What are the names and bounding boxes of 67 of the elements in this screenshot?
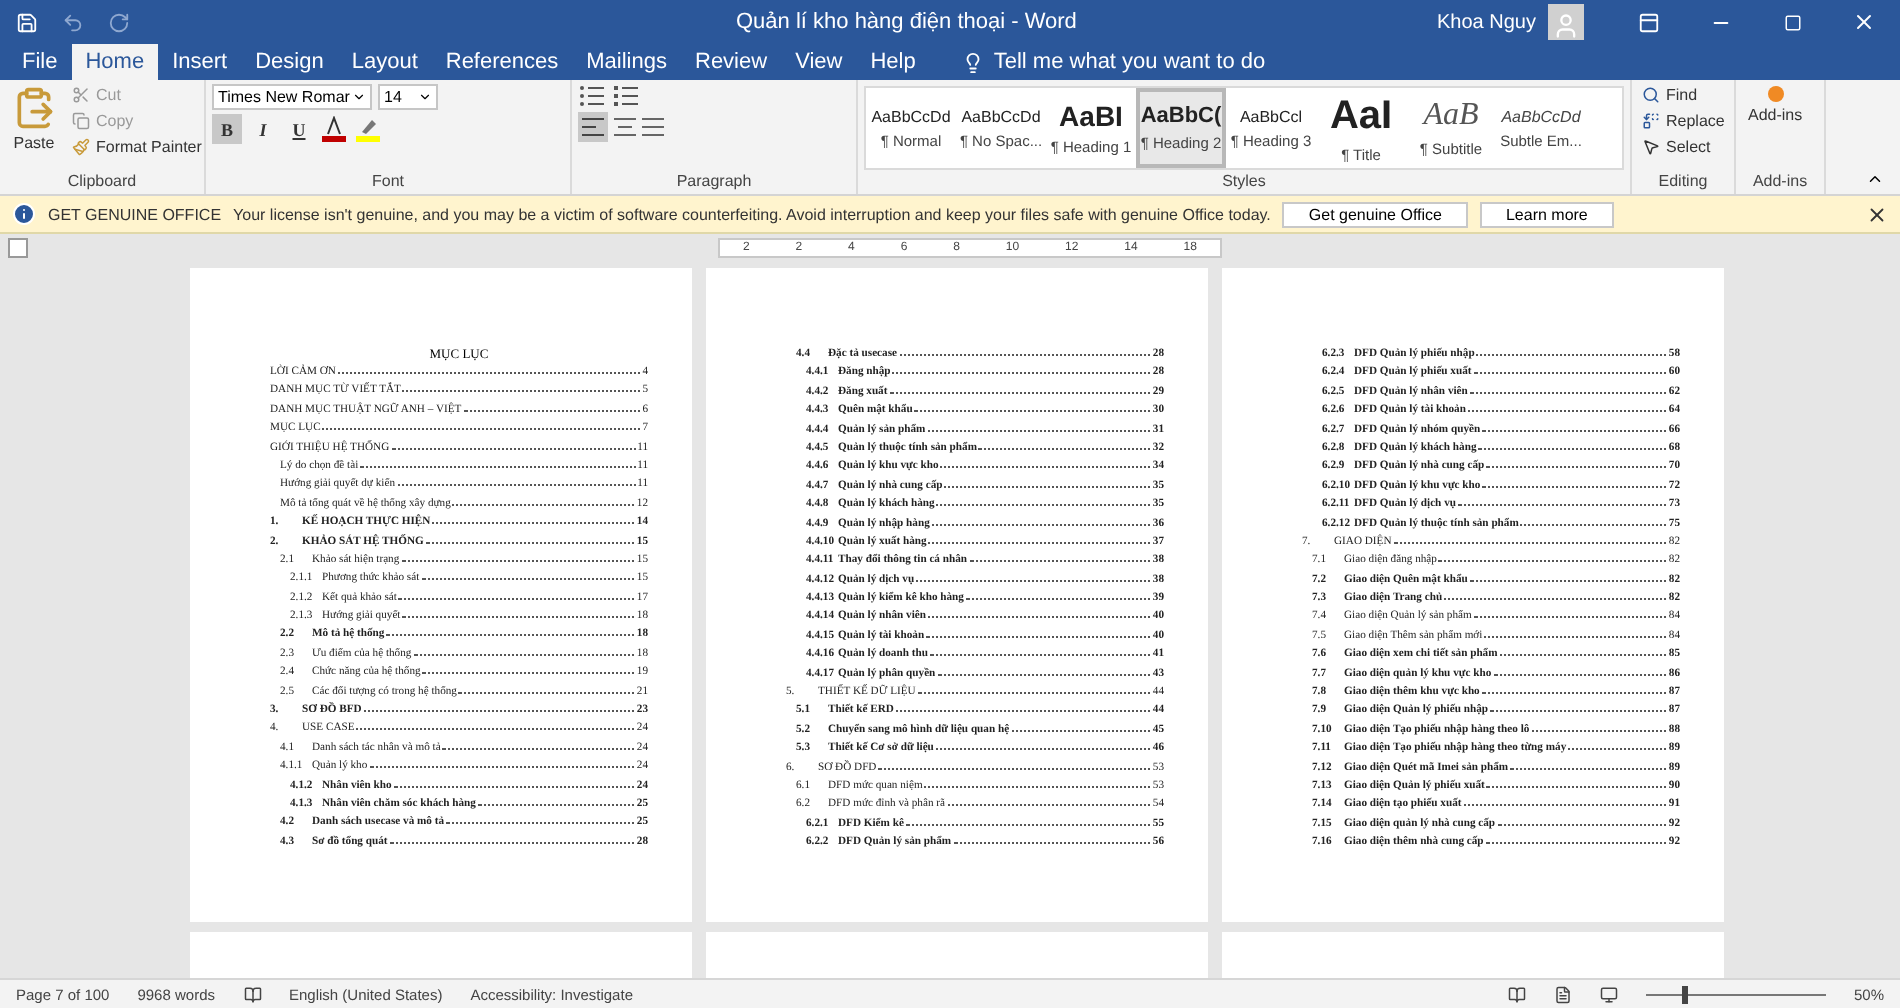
clipboard-icon — [12, 86, 56, 130]
web-layout-icon[interactable] — [1599, 985, 1618, 1003]
find-button[interactable]: Find — [1638, 84, 1729, 106]
align-left-button[interactable] — [578, 112, 608, 142]
notice-button[interactable]: Get genuine Office — [1282, 201, 1468, 227]
ribbon-tab[interactable]: Review — [681, 44, 782, 80]
group-label: Add-ins — [1750, 172, 1810, 194]
group-label: Editing — [1656, 172, 1710, 194]
align-center-icon[interactable] — [614, 118, 636, 136]
zoom-thumb[interactable] — [1681, 985, 1688, 1003]
read-mode-icon[interactable] — [1507, 985, 1526, 1003]
notice-title: GET GENUINE OFFICE — [48, 205, 222, 223]
collapse-ribbon-icon[interactable] — [1866, 170, 1884, 188]
numbering-icon[interactable] — [612, 84, 640, 108]
ribbon-tab[interactable]: Mailings — [572, 44, 681, 80]
ribbon-tab[interactable]: Home — [71, 44, 159, 80]
pointer-icon — [1642, 138, 1660, 156]
dropdown-icon[interactable] — [418, 90, 432, 104]
paste-button[interactable]: Paste — [6, 84, 62, 172]
notice-button[interactable]: Learn more — [1479, 201, 1614, 227]
group-label: Paragraph — [674, 172, 754, 194]
redo-icon[interactable] — [108, 11, 130, 33]
paintbrush-icon — [72, 138, 90, 156]
replace-icon — [1642, 112, 1660, 130]
ribbon-tab[interactable]: Help — [856, 44, 930, 80]
ribbon-display-icon[interactable] — [1637, 11, 1659, 33]
copy-icon — [72, 112, 90, 130]
format-painter-button[interactable]: Format Painter — [68, 136, 206, 158]
underline-button[interactable]: U — [284, 114, 314, 144]
undo-icon[interactable] — [62, 11, 84, 33]
italic-button[interactable]: I — [248, 114, 278, 144]
info-icon — [12, 202, 36, 226]
add-ins-icon — [1767, 86, 1784, 102]
justify-icon[interactable] — [642, 118, 664, 136]
replace-button[interactable]: Replace — [1638, 110, 1729, 132]
select-button[interactable]: Select — [1638, 136, 1729, 158]
dropdown-icon[interactable] — [352, 90, 366, 104]
window-title: Quản lí kho hàng điện thoại - Word — [736, 10, 1079, 34]
group-label: Font — [369, 172, 406, 194]
ribbon-tab[interactable]: Layout — [337, 44, 432, 80]
print-layout-icon[interactable] — [1553, 985, 1572, 1003]
notice-message: Your license isn't genuine, and you may be a victim of software counterfeiting. Avoid interruption and keep your files safe with genuine Office today. — [233, 205, 1271, 223]
scissors-icon — [72, 86, 90, 104]
ribbon-tab[interactable]: Design — [241, 44, 338, 80]
lightbulb-icon — [961, 51, 984, 73]
close-icon[interactable] — [1852, 10, 1876, 34]
close-icon[interactable] — [1866, 203, 1888, 225]
tell-me-search[interactable]: Tell me what you want to do — [949, 44, 1278, 80]
font-size-field[interactable]: 14 — [378, 84, 438, 110]
ribbon-tab[interactable]: Insert — [158, 44, 242, 80]
add-ins-button[interactable]: Add-ins — [1742, 84, 1809, 172]
highlight-icon[interactable] — [354, 116, 382, 142]
ribbon-tab[interactable]: File — [8, 44, 72, 80]
maximize-icon[interactable] — [1783, 13, 1801, 31]
ribbon-tab[interactable]: View — [781, 44, 857, 80]
search-icon — [1642, 86, 1660, 104]
bold-button[interactable]: B — [212, 114, 242, 144]
font-color-icon[interactable] — [320, 116, 348, 142]
group-label: Clipboard — [65, 172, 139, 194]
ribbon-tab[interactable]: References — [431, 44, 573, 80]
save-icon[interactable] — [16, 11, 38, 33]
proofing-icon[interactable] — [243, 985, 261, 1003]
group-label: Styles — [1220, 172, 1268, 194]
user-name: Khoa Nguy — [1437, 11, 1536, 33]
font-name-field[interactable]: Times New Romar — [212, 84, 372, 110]
tab-selector[interactable] — [8, 238, 28, 258]
bullets-icon[interactable] — [578, 84, 606, 108]
